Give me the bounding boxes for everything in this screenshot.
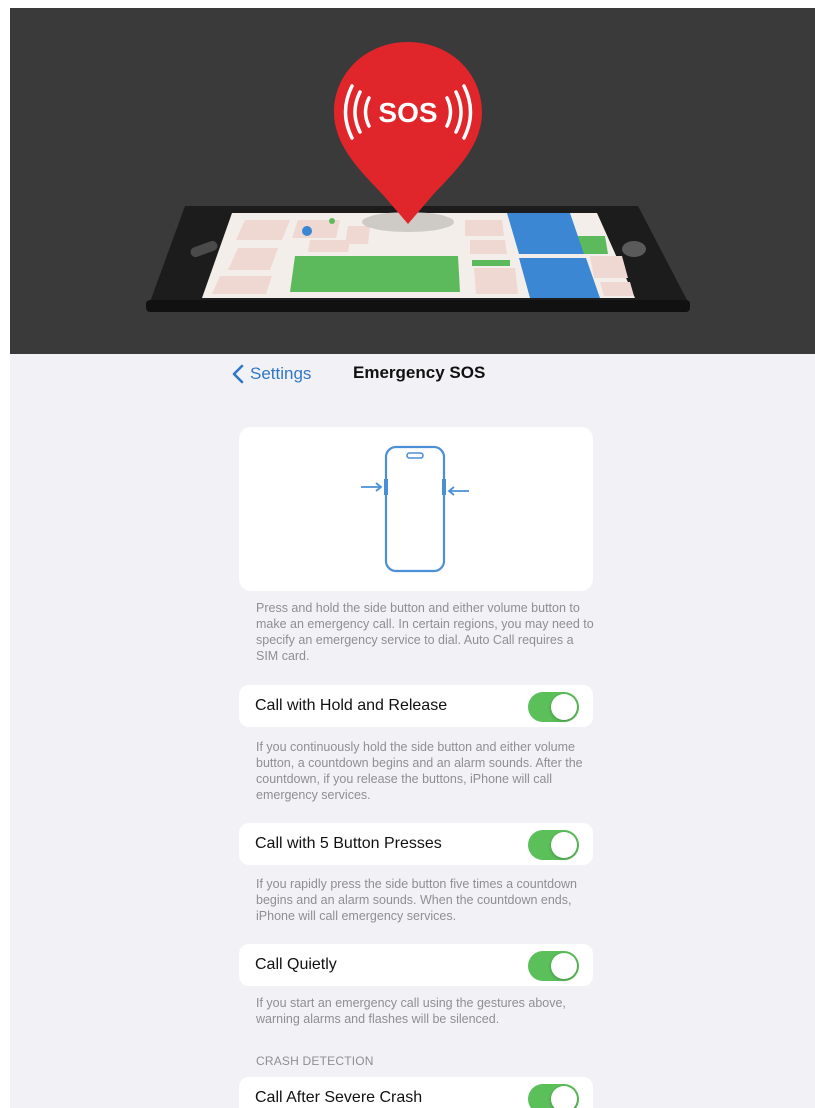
setting-label: Call with 5 Button Presses [255,835,442,852]
screen: SOS Settings Emergency SOS Press and hol… [10,8,815,1108]
phone-map-illustration: SOS [146,42,690,312]
setting-label: Call After Severe Crash [255,1089,423,1106]
call-after-severe-crash-toggle[interactable] [528,1084,579,1108]
toggle-knob [551,832,577,858]
toggle-knob [551,694,577,720]
setting-row-hold-and-release: Call with Hold and Release [239,685,593,727]
intro-description: Press and hold the side button and eithe… [256,601,594,663]
back-button-label: Settings [250,364,312,383]
five-button-presses-toggle[interactable] [528,830,579,860]
page-title: Emergency SOS [353,363,486,382]
side-buttons-illustration-card [239,427,593,591]
back-button[interactable]: Settings [232,359,311,389]
phone-side-buttons-icon [361,445,469,573]
section-header-crash-detection: CRASH DETECTION [256,1054,374,1068]
setting-label: Call with Hold and Release [255,697,448,714]
sos-badge-text: SOS [378,97,437,128]
setting-row-call-quietly: Call Quietly [239,944,593,986]
hold-and-release-toggle[interactable] [528,692,579,722]
call-quietly-toggle[interactable] [528,951,579,981]
chevron-left-icon [232,364,244,384]
setting-description: If you start an emergency call using the… [256,996,566,1026]
hero-illustration: SOS [10,8,815,354]
toggle-knob [551,1086,577,1108]
setting-row-five-button-presses: Call with 5 Button Presses [239,823,593,865]
setting-description: If you rapidly press the side button fiv… [256,877,578,923]
setting-row-call-after-severe-crash: Call After Severe Crash [239,1077,593,1108]
toggle-knob [551,953,577,979]
setting-label: Call Quietly [255,956,337,973]
setting-description: If you continuously hold the side button… [256,740,583,802]
